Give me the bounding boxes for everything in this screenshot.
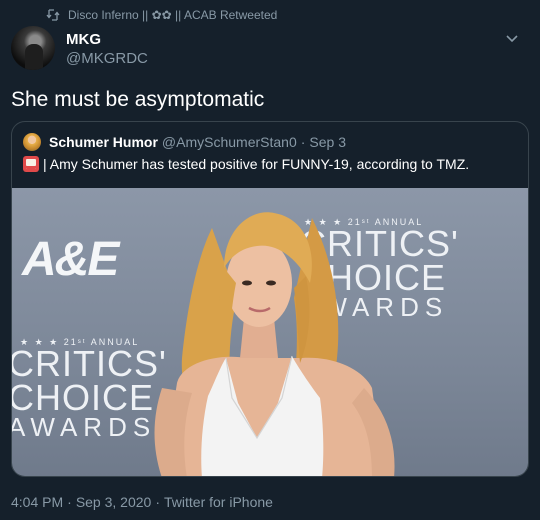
calendar-emoji-icon <box>23 156 39 172</box>
quoted-tweet-photo[interactable]: A&E ★ ★ ★ 21ˢᵗ ANNUAL CRITICS' CHOICE AW… <box>12 188 528 476</box>
quoted-separator: · <box>300 134 306 150</box>
author-name[interactable]: MKG <box>66 31 101 48</box>
quoted-tweet-text-row: | Amy Schumer has tested positive for FU… <box>23 156 469 172</box>
timestamp-separator: · <box>67 494 72 510</box>
chevron-down-icon[interactable] <box>501 28 523 50</box>
quoted-author-name[interactable]: Schumer Humor <box>49 134 158 150</box>
quoted-date[interactable]: Sep 3 <box>309 134 346 150</box>
woman-figure <box>154 212 395 476</box>
tweet-time[interactable]: 4:04 PM <box>11 494 63 510</box>
quoted-tweet-text: | Amy Schumer has tested positive for FU… <box>43 156 470 172</box>
avatar[interactable] <box>11 26 55 70</box>
tweet-text: She must be asymptomatic <box>11 88 265 111</box>
tweet-source[interactable]: Twitter for iPhone <box>164 494 273 510</box>
timestamp-separator-2: · <box>155 494 160 510</box>
quoted-tweet[interactable]: Schumer Humor @AmySchumerStan0 · Sep 3 |… <box>11 121 529 477</box>
tweet-date[interactable]: Sep 3, 2020 <box>76 494 152 510</box>
quoted-avatar[interactable] <box>23 133 41 151</box>
author-handle[interactable]: @MKGRDC <box>66 50 148 67</box>
tweet-timestamp: 4:04 PM · Sep 3, 2020 · Twitter for iPho… <box>11 494 273 510</box>
tweet-header: MKG @MKGRDC <box>11 26 531 72</box>
quoted-author-handle: @AmySchumerStan0 <box>161 134 297 150</box>
retweet-icon <box>46 9 60 21</box>
quoted-tweet-header: Schumer Humor @AmySchumerStan0 · Sep 3 <box>23 132 346 152</box>
retweet-context[interactable]: Disco Inferno || ✿✿ || ACAB Retweeted <box>46 7 277 23</box>
retweet-text: Disco Inferno || ✿✿ || ACAB Retweeted <box>68 8 278 22</box>
